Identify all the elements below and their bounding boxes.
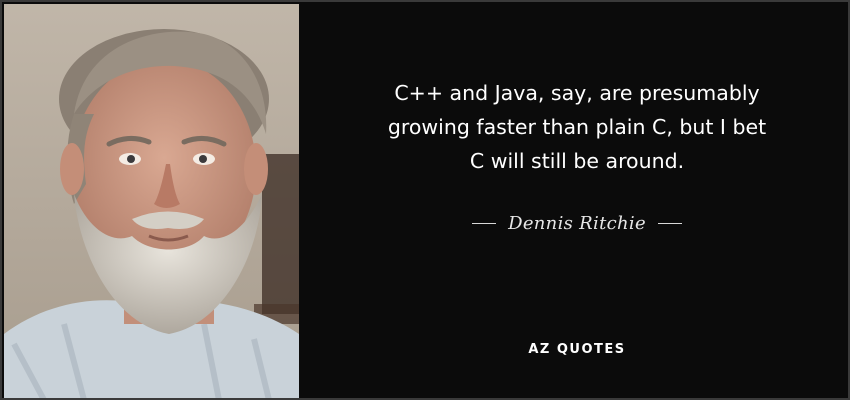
right-dash: [657, 222, 682, 224]
brand-logo[interactable]: AZ QUOTES: [322, 342, 832, 357]
left-dash: [472, 222, 497, 224]
author-portrait: [4, 4, 299, 398]
quote-card: C++ and Java, say, are presumably growin…: [0, 0, 850, 400]
quote-text: C++ and Java, say, are presumably growin…: [387, 81, 767, 173]
portrait-photo-icon: [4, 4, 299, 398]
author-name[interactable]: Dennis Ritchie: [508, 213, 646, 234]
author-attribution: Dennis Ritchie: [322, 207, 832, 239]
